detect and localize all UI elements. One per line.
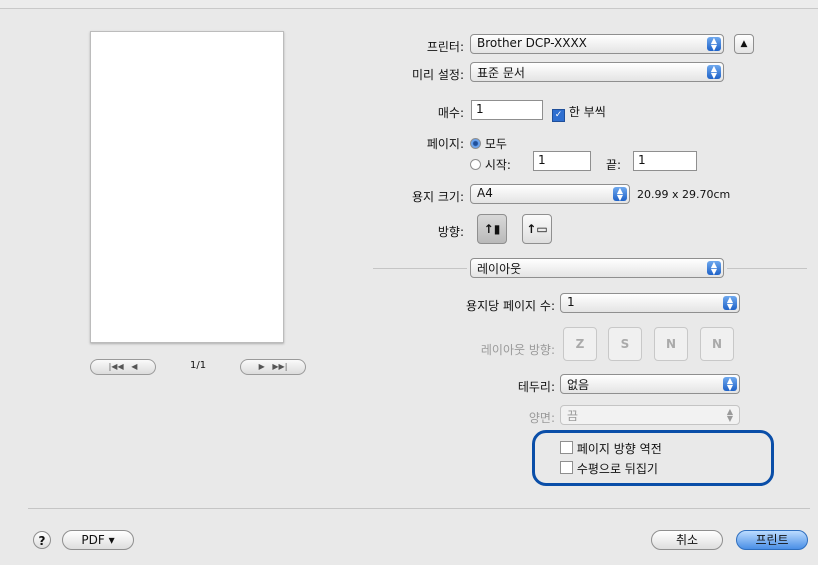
paper-size-label: 용지 크기: xyxy=(411,190,464,204)
collated-label: 한 부씩 xyxy=(568,105,606,119)
popup-arrows-icon: ▲ ▼ xyxy=(723,296,737,311)
radio-on-icon xyxy=(470,138,481,149)
preview-next-last-buttons[interactable]: ▶ ▶▶| xyxy=(240,359,306,375)
reverse-n-layout-icon: N xyxy=(711,337,723,351)
pages-per-sheet-label: 용지당 페이지 수: xyxy=(466,299,555,313)
border-label: 테두리: xyxy=(517,380,555,394)
preset-popup[interactable]: 표준 문서 ▲ ▼ xyxy=(470,62,724,82)
popup-arrows-icon: ▲ ▼ xyxy=(613,187,627,202)
pdf-label: PDF ▾ xyxy=(81,533,115,547)
copies-label: 매수: xyxy=(437,106,464,120)
footer-divider xyxy=(28,508,810,509)
cancel-label: 취소 xyxy=(675,533,699,547)
print-button[interactable]: 프린트 xyxy=(736,530,808,550)
pages-label: 페이지: xyxy=(426,137,464,151)
portrait-orientation-button[interactable]: ↑▮ xyxy=(477,214,507,244)
layout-direction-z-button[interactable]: Z xyxy=(563,327,597,361)
pane-popup[interactable]: 레이아웃 ▲ ▼ xyxy=(470,258,724,278)
pdf-button[interactable]: PDF ▾ xyxy=(62,530,134,550)
paper-dimensions: 20.99 x 29.70cm xyxy=(637,188,731,201)
preview-page-counter: 1/1 xyxy=(190,360,207,371)
popup-arrows-icon: ▲ ▼ xyxy=(707,37,721,52)
collated-checkbox[interactable]: ✓ 한 부씩 xyxy=(552,103,606,122)
portrait-icon: ↑▮ xyxy=(483,222,501,236)
popup-arrows-icon: ▲ ▼ xyxy=(707,65,721,80)
pages-all-radio[interactable]: 모두 xyxy=(470,135,507,152)
help-button[interactable]: ? xyxy=(33,531,51,549)
layout-direction-s-button[interactable]: S xyxy=(608,327,642,361)
paper-size-popup[interactable]: A4 ▲ ▼ xyxy=(470,184,630,204)
border-popup[interactable]: 없음 ▲ ▼ xyxy=(560,374,740,394)
pages-per-sheet-value: 1 xyxy=(567,295,575,309)
z-layout-icon: Z xyxy=(575,337,585,351)
popup-arrows-icon: ▲ ▼ xyxy=(723,377,737,392)
pages-from-label: 시작: xyxy=(484,158,511,172)
layout-direction-n-button[interactable]: N xyxy=(654,327,688,361)
cancel-button[interactable]: 취소 xyxy=(651,530,723,550)
pages-to-input[interactable]: 1 xyxy=(633,151,697,171)
checkmark-icon: ✓ xyxy=(552,109,565,122)
pane-divider-right xyxy=(727,268,807,269)
radio-off-icon xyxy=(470,159,481,170)
two-sided-popup[interactable]: 끔 ▲ ▼ xyxy=(560,405,740,425)
pane-value: 레이아웃 xyxy=(477,262,522,276)
border-value: 없음 xyxy=(567,378,590,392)
printer-popup[interactable]: Brother DCP-XXXX ▲ ▼ xyxy=(470,34,724,54)
dialog-top-edge xyxy=(0,0,818,9)
pages-from-input[interactable]: 1 xyxy=(533,151,591,171)
copies-input[interactable]: 1 xyxy=(471,100,543,120)
s-layout-icon: S xyxy=(620,337,630,351)
landscape-orientation-button[interactable]: ↑▭ xyxy=(522,214,552,244)
preset-value: 표준 문서 xyxy=(477,66,525,80)
n-layout-icon: N xyxy=(665,337,677,351)
print-label: 프린트 xyxy=(755,533,789,547)
pages-to-label: 끝: xyxy=(606,158,622,172)
help-icon: ? xyxy=(38,534,46,548)
last-page-button[interactable]: ▶▶| xyxy=(272,362,287,371)
paper-size-value: A4 xyxy=(477,186,493,200)
preview-first-prev-buttons[interactable]: |◀◀ ◀ xyxy=(90,359,156,375)
two-sided-label: 양면: xyxy=(528,411,555,425)
orientation-label: 방향: xyxy=(437,225,464,239)
pane-divider-left xyxy=(373,268,467,269)
landscape-icon: ↑▭ xyxy=(526,222,548,236)
disclosure-button[interactable]: ▲ xyxy=(734,34,754,54)
printer-value: Brother DCP-XXXX xyxy=(477,36,587,50)
pages-range-radio[interactable]: 시작: xyxy=(470,156,511,173)
popup-arrows-icon: ▲ ▼ xyxy=(707,261,721,276)
next-page-button[interactable]: ▶ xyxy=(259,362,265,371)
two-sided-value: 끔 xyxy=(567,409,579,423)
pages-per-sheet-popup[interactable]: 1 ▲ ▼ xyxy=(560,293,740,313)
callout-highlight xyxy=(532,430,774,486)
preset-label: 미리 설정: xyxy=(411,68,464,82)
print-preview xyxy=(90,31,284,343)
layout-direction-reverse-n-button[interactable]: N xyxy=(700,327,734,361)
popup-arrows-icon: ▲ ▼ xyxy=(726,407,734,423)
printer-label: 프린터: xyxy=(426,40,464,54)
layout-direction-label: 레이아웃 방향: xyxy=(480,343,555,357)
pages-all-label: 모두 xyxy=(484,137,507,151)
prev-page-button[interactable]: ◀ xyxy=(131,362,137,371)
first-page-button[interactable]: |◀◀ xyxy=(109,362,124,371)
